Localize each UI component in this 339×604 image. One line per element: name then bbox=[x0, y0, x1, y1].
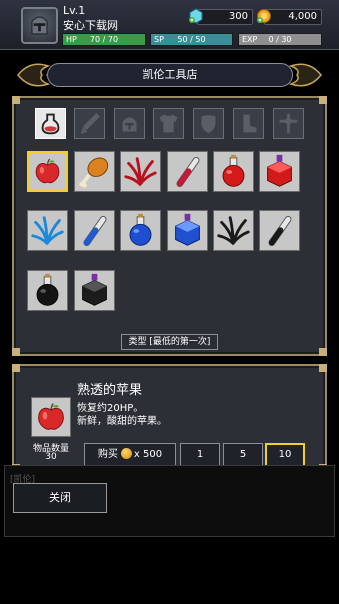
helmet-icon bbox=[122, 117, 137, 132]
avatar[interactable] bbox=[21, 7, 58, 44]
close-button[interactable]: 关闭 bbox=[13, 483, 107, 513]
item-slot[interactable] bbox=[213, 210, 254, 251]
item-name: 熟透的苹果 bbox=[77, 383, 143, 398]
black-herb-icon bbox=[217, 216, 250, 245]
panel-corner bbox=[319, 364, 327, 372]
item-slot[interactable] bbox=[259, 210, 300, 251]
gem-icon[interactable] bbox=[188, 8, 204, 24]
item-slot[interactable] bbox=[167, 210, 208, 251]
tab-helmets[interactable] bbox=[114, 108, 145, 139]
buy-price: x 500 bbox=[133, 449, 163, 460]
red-flask-icon bbox=[222, 154, 245, 187]
gem-counter: 300 bbox=[197, 9, 253, 25]
panel-corner bbox=[12, 364, 20, 372]
player-level: Lv.1 bbox=[63, 4, 86, 17]
item-slot[interactable] bbox=[120, 151, 161, 192]
blue-herb-icon bbox=[31, 216, 64, 245]
sp-value: 50 / 50 bbox=[177, 35, 206, 44]
item-slot[interactable] bbox=[27, 210, 68, 251]
item-slot[interactable] bbox=[74, 210, 115, 251]
panel-corner bbox=[12, 96, 20, 104]
tab-weapons[interactable] bbox=[74, 108, 105, 139]
hp-value: 70 / 70 bbox=[89, 35, 119, 44]
tab-accessories[interactable] bbox=[273, 108, 304, 139]
accessory-icon bbox=[279, 113, 298, 134]
boots-icon bbox=[243, 114, 257, 133]
tab-boots[interactable] bbox=[233, 108, 264, 139]
item-slot[interactable] bbox=[27, 151, 68, 192]
tab-shields[interactable] bbox=[193, 108, 224, 139]
red-herb-icon bbox=[124, 157, 157, 186]
item-slot[interactable] bbox=[213, 151, 254, 192]
item-slot[interactable] bbox=[167, 151, 208, 192]
quantity-option-5[interactable]: 5 bbox=[223, 443, 263, 467]
item-slot[interactable] bbox=[74, 151, 115, 192]
coin-icon bbox=[120, 448, 132, 459]
sort-button[interactable]: 类型 [最低的第一次] bbox=[121, 334, 218, 350]
knight-avatar-icon bbox=[31, 16, 48, 35]
potion-icon bbox=[41, 113, 60, 135]
black-flask-icon bbox=[36, 273, 59, 306]
panel-corner bbox=[319, 348, 327, 356]
armor-icon bbox=[159, 114, 178, 133]
quantity-value: 30 bbox=[45, 452, 57, 462]
quantity-option-1[interactable]: 1 bbox=[180, 443, 220, 467]
item-slot[interactable] bbox=[259, 151, 300, 192]
panel-corner bbox=[319, 96, 327, 104]
apple-icon bbox=[38, 403, 64, 430]
item-slot[interactable] bbox=[120, 210, 161, 251]
hp-bar: HP 70 / 70 bbox=[62, 33, 146, 46]
shop-title: 凯伦工具店 bbox=[47, 63, 293, 87]
item-slot[interactable] bbox=[27, 270, 68, 311]
exp-value: 0 / 30 bbox=[268, 35, 292, 44]
apple-icon bbox=[35, 158, 60, 184]
item-description: 新鲜，酸甜的苹果。 bbox=[77, 416, 167, 427]
coin-icon[interactable] bbox=[256, 8, 272, 24]
exp-bar: EXP 0 / 30 bbox=[238, 33, 322, 46]
player-name: 安心下载网 bbox=[63, 19, 118, 32]
shield-icon bbox=[201, 115, 216, 134]
black-vial-icon bbox=[268, 215, 292, 246]
blue-vial-icon bbox=[83, 215, 107, 246]
tab-armor[interactable] bbox=[153, 108, 184, 139]
red-box-potion-icon bbox=[267, 154, 292, 187]
blue-flask-icon bbox=[129, 213, 152, 246]
detail-item-icon bbox=[31, 397, 71, 437]
sp-bar: SP 50 / 50 bbox=[150, 33, 233, 46]
buy-label: 购买 bbox=[97, 449, 118, 460]
blue-box-potion-icon bbox=[175, 213, 200, 246]
item-slot[interactable] bbox=[74, 270, 115, 311]
panel-corner bbox=[12, 348, 20, 356]
meat-icon bbox=[79, 157, 109, 188]
quantity-option-10[interactable]: 10 bbox=[265, 443, 305, 467]
coin-counter: 4,000 bbox=[264, 9, 322, 25]
buy-button[interactable]: 购买 x 500 bbox=[84, 443, 176, 467]
tab-potions[interactable] bbox=[35, 108, 66, 139]
black-box-potion-icon bbox=[82, 273, 107, 306]
red-vial-icon bbox=[176, 156, 200, 187]
sword-icon bbox=[80, 112, 101, 135]
